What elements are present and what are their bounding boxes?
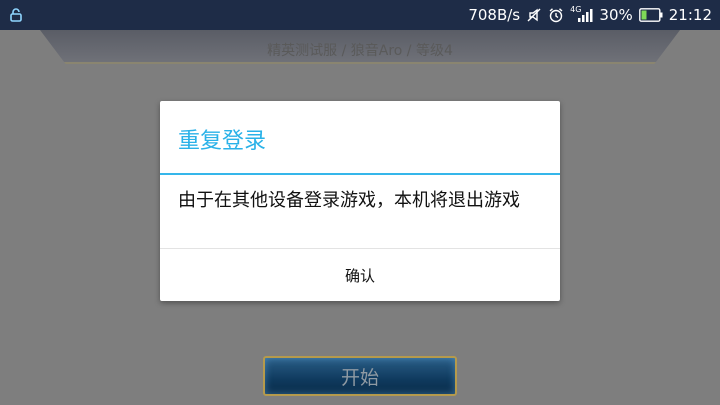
battery-charging-icon xyxy=(638,8,663,22)
status-bar: 708B/s 4G 30% 21:12 xyxy=(0,0,720,30)
alarm-clock-icon xyxy=(548,7,564,23)
battery-percent: 30% xyxy=(599,6,633,24)
confirm-button[interactable]: 确认 xyxy=(160,249,560,301)
dialog-title-divider xyxy=(160,173,560,175)
net-speed: 708B/s xyxy=(468,6,521,24)
relogin-dialog: 重复登录 由于在其他设备登录游戏，本机将退出游戏 确认 xyxy=(160,101,560,301)
start-button[interactable]: 开始 xyxy=(263,356,457,396)
clock-time: 21:12 xyxy=(668,6,712,24)
status-left xyxy=(8,7,24,23)
dialog-message: 由于在其他设备登录游戏，本机将退出游戏 xyxy=(178,190,520,211)
signal-icon: 4G xyxy=(570,4,593,22)
notification-app-icon xyxy=(8,7,24,23)
dialog-title: 重复登录 xyxy=(178,129,267,154)
network-type: 4G xyxy=(570,4,582,14)
server-info: 精英测试服 / 狼音Aro / 等级4 xyxy=(267,43,453,59)
mute-icon xyxy=(526,7,542,23)
status-right: 708B/s 4G 30% 21:12 xyxy=(468,4,712,25)
